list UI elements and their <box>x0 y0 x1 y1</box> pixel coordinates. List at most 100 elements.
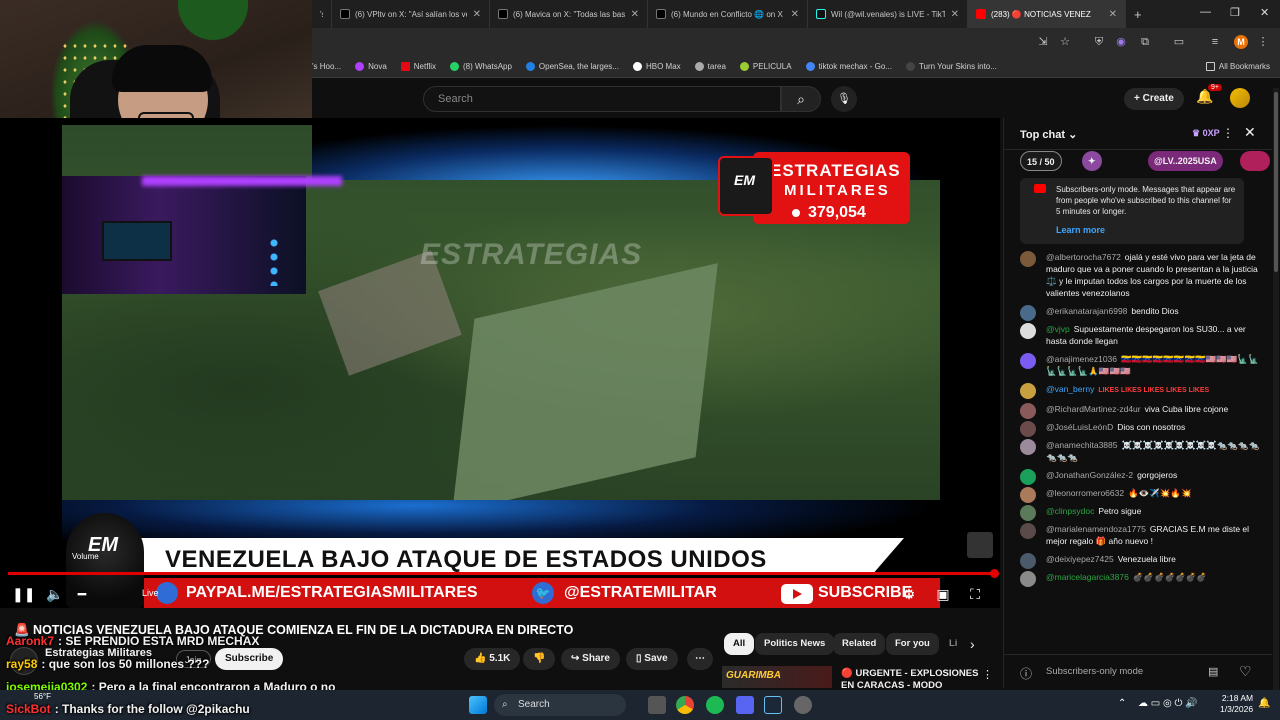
profile-avatar[interactable]: M <box>1234 35 1248 49</box>
chrome-icon[interactable] <box>676 696 694 714</box>
spotify-icon[interactable] <box>706 696 724 714</box>
chat-message[interactable]: @JoséLuisLeónD Dios con nosotros <box>1004 418 1272 437</box>
close-chat-icon[interactable]: ✕ <box>1244 124 1256 141</box>
bookmark-3[interactable]: (8) WhatsApp <box>450 62 512 71</box>
new-tab-button[interactable]: + <box>1126 0 1150 28</box>
progress-bar[interactable] <box>8 572 996 575</box>
extension-icon[interactable]: ◉ <box>1114 35 1128 49</box>
system-clock[interactable]: 2:18 AM 1/3/2026 <box>1220 693 1253 715</box>
fullscreen-icon[interactable]: ⛶ <box>966 586 984 603</box>
live-indicator[interactable]: Live <box>142 588 159 598</box>
bookmark-2[interactable]: Netflix <box>400 62 436 71</box>
bookmark-9[interactable]: Turn Your Skins into... <box>905 62 997 71</box>
bookmark-8[interactable]: tiktok mechax - Go... <box>805 62 892 71</box>
miniplayer-icon[interactable]: ▣ <box>934 586 952 603</box>
channel-watermark-icon[interactable] <box>967 532 993 558</box>
chat-message[interactable]: @albertorocha7672 ojalá y esté vivo para … <box>1004 248 1272 302</box>
install-icon[interactable]: ⇲ <box>1036 35 1050 49</box>
progress-knob[interactable] <box>990 569 999 578</box>
chat-message[interactable]: @RichardMartinez-zd4ur viva Cuba libre co… <box>1004 400 1272 419</box>
media-icon[interactable]: ≡ <box>1208 35 1222 49</box>
share-button[interactable]: ↪ Share <box>561 648 620 670</box>
ticker-more[interactable] <box>1240 151 1270 171</box>
chevron-right-icon[interactable]: › <box>970 636 975 652</box>
chat-menu-icon[interactable]: ⋮ <box>1222 126 1234 140</box>
create-button[interactable]: + Create <box>1124 88 1184 110</box>
tab-1[interactable]: (6) VPltv on X: "Así salían los ve ✕ <box>332 0 490 28</box>
member-ticker[interactable]: @LV..2025USA <box>1148 151 1223 171</box>
puzzle-icon[interactable]: ⧉ <box>1138 35 1152 49</box>
steam-icon[interactable] <box>764 696 782 714</box>
taskbar-search[interactable]: ⌕ Search <box>494 694 626 716</box>
like-button[interactable]: 👍 5.1K <box>464 648 521 670</box>
chat-message[interactable]: @leonorromero6632 🔥👁️✈️💥🔥💥 <box>1004 484 1272 503</box>
bookmark-1[interactable]: Nova <box>355 62 387 71</box>
tray-chevron-icon[interactable]: ⌃ <box>1118 698 1126 709</box>
super-chat-icon[interactable]: ▤ <box>1208 665 1218 678</box>
shield-icon[interactable]: ⛨ <box>1092 35 1106 49</box>
bookmark-5[interactable]: HBO Max <box>632 62 681 71</box>
learn-more-link[interactable]: Learn more <box>1056 225 1105 236</box>
gift-ticker[interactable]: ✦ <box>1082 151 1102 171</box>
chip-related[interactable]: Related <box>833 633 886 655</box>
bookmark-star-icon[interactable]: ☆ <box>1058 35 1072 49</box>
tab-3[interactable]: (6) Mundo en Conflicto 🌐 on X ✕ <box>648 0 808 28</box>
subscribe-button[interactable]: Subscribe <box>215 648 284 670</box>
sidebar-icon[interactable]: ▭ <box>1172 35 1186 49</box>
chat-message[interactable]: @vjvp Supuestamente despegaron los SU30..… <box>1004 320 1272 350</box>
settings-app-icon[interactable] <box>794 696 812 714</box>
task-view-icon[interactable] <box>648 696 666 714</box>
bookmark-6[interactable]: tarea <box>694 62 726 71</box>
tab-2[interactable]: (6) Mavica on X: "Todas las bas ✕ <box>490 0 648 28</box>
chat-message[interactable]: @maricelagarcia3876 💣💣💣💣💣💣💣 <box>1004 568 1272 587</box>
dislike-button[interactable]: 👎 <box>523 648 556 670</box>
chip-live[interactable]: Li <box>940 633 966 655</box>
bookmark-4[interactable]: OpenSea, the larges... <box>525 62 619 71</box>
heart-icon[interactable]: ♡ <box>1239 663 1252 680</box>
tab-5-active[interactable]: (283) 🔴 NOTICIAS VENEZ ✕ <box>968 0 1126 28</box>
chip-all[interactable]: All <box>724 633 755 655</box>
chip-politics-news[interactable]: Politics News <box>755 633 835 655</box>
browser-menu-icon[interactable]: ⋮ <box>1256 35 1270 49</box>
search-input[interactable]: Search <box>423 86 781 112</box>
settings-icon[interactable]: ⚙ <box>900 586 918 603</box>
chat-input[interactable]: Subscribers-only mode <box>1046 666 1143 677</box>
minimize-button[interactable]: — <box>1200 6 1211 18</box>
account-avatar[interactable] <box>1230 88 1250 108</box>
info-icon[interactable]: ⓘ <box>1020 665 1032 682</box>
chat-message[interactable]: @anajimenez1036 🇻🇪🇻🇪🇻🇪🇻🇪🇻🇪🇻🇪🇻🇪🇻🇪🇺🇸🇺🇸🇺🇸🗽🗽🗽… <box>1004 350 1272 380</box>
save-button[interactable]: ▯ Save <box>626 648 678 670</box>
chat-message[interactable]: @JonathanGonzález-2 gorgojeros <box>1004 466 1272 485</box>
all-bookmarks[interactable]: All Bookmarks <box>1205 62 1270 71</box>
voice-search-button[interactable]: 🎙 <box>831 86 857 112</box>
close-tab-icon[interactable]: ✕ <box>785 9 799 20</box>
close-tab-icon[interactable]: ✕ <box>945 9 959 20</box>
chat-message[interactable]: @marialenamendoza1775 GRACIAS E.M me dist… <box>1004 520 1272 550</box>
pause-icon[interactable]: ❚❚ <box>12 586 35 603</box>
chip-for-you[interactable]: For you <box>886 633 939 655</box>
related-more-icon[interactable]: ⋮ <box>982 668 993 681</box>
tab-0[interactable]: 's Hoo... <box>312 0 332 28</box>
discord-icon[interactable] <box>736 696 754 714</box>
chat-message[interactable]: @anamechita3885 ☠️☠️☠️☠️☠️☠️☠️☠️☠️🐀🐀🐀🐀🐀🐀🐀 <box>1004 436 1272 466</box>
search-button[interactable]: ⌕ <box>781 86 821 112</box>
tab-4[interactable]: Wil (@wil.venales) is LIVE - TikT ✕ <box>808 0 968 28</box>
bookmark-0[interactable]: 's Hoo... <box>312 62 341 71</box>
top-chat-dropdown[interactable]: Top chat ⌄ <box>1020 128 1077 141</box>
volume-icon[interactable]: 🔈 <box>46 586 64 603</box>
chat-message[interactable]: @van_berny LIKES LIKES LIKES LIKES LIKES <box>1004 380 1272 400</box>
chat-message[interactable]: @clinpsydoc Petro sigue <box>1004 502 1272 521</box>
chat-message[interactable]: @erikanatarajan6998 bendito Dios <box>1004 302 1272 321</box>
windows-start-icon[interactable] <box>469 696 487 714</box>
bookmark-7[interactable]: PELICULA <box>739 62 792 71</box>
close-window-button[interactable]: ✕ <box>1260 6 1269 19</box>
close-tab-icon[interactable]: ✕ <box>1103 9 1117 20</box>
video-player[interactable]: ESTRATEGIAS ESTRATEGIAS MILITARES 379,05… <box>0 118 1000 608</box>
volume-slider[interactable]: ━ <box>72 586 92 603</box>
close-tab-icon[interactable]: ✕ <box>625 9 639 20</box>
restore-button[interactable]: ❐ <box>1230 6 1240 19</box>
chat-message[interactable]: @deixiyepez7425 Venezuela libre <box>1004 550 1272 569</box>
scrollbar-thumb[interactable] <box>1274 92 1278 272</box>
notification-center-icon[interactable]: 🔔 <box>1258 698 1270 709</box>
related-video-thumbnail[interactable]: GUARIMBA <box>722 666 832 688</box>
